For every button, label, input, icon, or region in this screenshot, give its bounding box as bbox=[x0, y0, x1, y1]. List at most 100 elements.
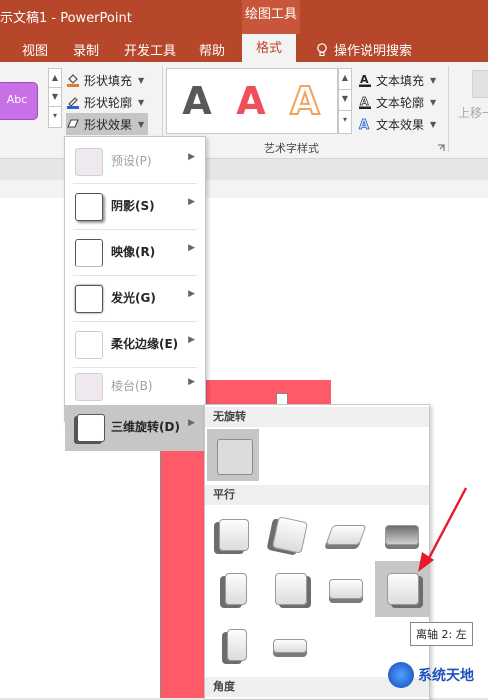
text-outline-label: 文本轮廓 bbox=[376, 95, 425, 110]
tab-developer[interactable]: 开发工具 bbox=[124, 40, 176, 59]
group-divider bbox=[448, 66, 449, 152]
tab-format[interactable]: 格式 bbox=[242, 34, 297, 64]
tab-record[interactable]: 录制 bbox=[73, 40, 99, 59]
preset-thumbnail bbox=[225, 573, 247, 605]
menu-item-soft-edges[interactable]: 柔化边缘(E) ▶ bbox=[65, 322, 205, 367]
svg-text:A: A bbox=[360, 73, 369, 86]
shape-style-preview[interactable]: Abc bbox=[0, 82, 38, 120]
text-fill-label: 文本填充 bbox=[376, 73, 425, 88]
preset-thumbnail bbox=[325, 525, 367, 545]
wordart-letter: A bbox=[289, 78, 320, 124]
preset-parallel-off-axis-2-right[interactable] bbox=[207, 619, 259, 671]
section-header-no-rotation: 无旋转 bbox=[205, 407, 429, 427]
drawing-tools-context-label: 绘图工具 bbox=[242, 0, 300, 34]
svg-text:A: A bbox=[360, 95, 369, 108]
section-header-parallel: 平行 bbox=[205, 485, 429, 505]
arrange-icon[interactable] bbox=[472, 70, 488, 98]
bevel-icon bbox=[75, 373, 103, 401]
wordart-style-red[interactable]: A bbox=[227, 77, 275, 125]
preset-thumbnail bbox=[387, 573, 419, 605]
menu-item-label: 预设(P) bbox=[111, 154, 152, 168]
preset-thumbnail bbox=[227, 629, 247, 661]
preset-off-axis-2-left[interactable] bbox=[375, 561, 429, 617]
shape-effects-icon bbox=[67, 119, 79, 128]
glow-icon bbox=[75, 285, 103, 313]
watermark-text: 系统天地 bbox=[418, 668, 474, 684]
text-effects-icon: A bbox=[359, 118, 370, 131]
preset-parallel-isometric-left[interactable] bbox=[207, 509, 259, 561]
scroll-down-button[interactable]: ▼ bbox=[339, 90, 351, 111]
menu-item-3d-rotation[interactable]: 三维旋转(D) ▶ bbox=[65, 405, 205, 451]
text-fill-button[interactable]: A 文本填充 ▼ bbox=[358, 69, 436, 91]
preset-parallel-off-axis-1-top[interactable] bbox=[319, 563, 371, 615]
preset-thumbnail bbox=[273, 639, 307, 653]
shape-outline-label: 形状轮廓 bbox=[84, 95, 133, 110]
tab-view[interactable]: 视图 bbox=[22, 40, 48, 59]
shape-fill-button[interactable]: 形状填充 ▼ bbox=[66, 69, 148, 91]
preset-parallel-isometric-right[interactable] bbox=[263, 509, 315, 561]
shape-fill-label: 形状填充 bbox=[84, 73, 133, 88]
chevron-down-icon: ▼ bbox=[430, 119, 437, 129]
3d-rotation-icon bbox=[77, 414, 105, 442]
preset-no-rotation[interactable] bbox=[207, 429, 259, 481]
watermark: 系统天地 bbox=[388, 662, 474, 688]
menu-item-bevel[interactable]: 棱台(B) ▶ bbox=[65, 368, 205, 404]
text-effects-button[interactable]: A 文本效果 ▼ bbox=[358, 113, 437, 135]
preset-thumbnail bbox=[385, 525, 419, 545]
menu-item-label: 棱台(B) bbox=[111, 379, 153, 393]
preset-parallel-off-axis-1-left[interactable] bbox=[207, 563, 259, 615]
svg-text:A: A bbox=[359, 118, 369, 131]
menu-item-reflection[interactable]: 映像(R) ▶ bbox=[65, 230, 205, 275]
lightbulb-icon bbox=[317, 42, 327, 56]
menu-item-preset[interactable]: 预设(P) ▶ bbox=[65, 139, 205, 184]
wordart-style-orange-outline[interactable]: A bbox=[281, 77, 329, 125]
chevron-down-icon: ▼ bbox=[138, 75, 145, 85]
scroll-up-button[interactable]: ▲ bbox=[49, 69, 61, 88]
menu-item-label: 三维旋转(D) bbox=[111, 420, 180, 434]
chevron-down-icon: ▼ bbox=[430, 97, 437, 107]
soft-edges-icon bbox=[75, 331, 103, 359]
shape-format-buttons: 形状填充 ▼ 形状轮廓 ▼ 形状效果 ▼ bbox=[66, 69, 149, 135]
shape-outline-button[interactable]: 形状轮廓 ▼ bbox=[66, 91, 148, 113]
text-fill-icon: A bbox=[359, 73, 371, 87]
chevron-down-icon: ▼ bbox=[138, 119, 145, 129]
3d-rotation-gallery: 无旋转 平行 角度 bbox=[204, 404, 430, 700]
scroll-down-button[interactable]: ▼ bbox=[49, 88, 61, 107]
wordart-style-plain[interactable]: A bbox=[173, 77, 221, 125]
bring-forward-button[interactable]: 上移一 bbox=[458, 104, 488, 121]
ribbon-tabs: 视图 录制 开发工具 帮助 格式 操作说明搜索 bbox=[0, 34, 488, 64]
shape-effects-label: 形状效果 bbox=[84, 117, 133, 132]
wordart-styles-group-label: 艺术字样式 bbox=[264, 142, 319, 155]
search-label: 操作说明搜索 bbox=[334, 44, 413, 59]
pen-icon bbox=[67, 97, 79, 109]
text-outline-button[interactable]: A 文本轮廓 ▼ bbox=[358, 91, 436, 113]
preset-parallel-isometric-bottom[interactable] bbox=[375, 509, 427, 561]
menu-item-label: 阴影(S) bbox=[111, 199, 155, 213]
submenu-arrow-icon: ▶ bbox=[188, 335, 195, 345]
preset-parallel-isometric-top[interactable] bbox=[319, 509, 371, 561]
submenu-arrow-icon: ▶ bbox=[188, 377, 195, 387]
tell-me-search[interactable]: 操作说明搜索 bbox=[316, 40, 412, 59]
menu-item-label: 柔化边缘(E) bbox=[111, 337, 179, 351]
shape-styles-scroller: ▲ ▼ ▾ bbox=[48, 68, 62, 128]
text-effects-label: 文本效果 bbox=[376, 117, 425, 132]
more-styles-button[interactable]: ▾ bbox=[49, 107, 61, 125]
menu-item-shadow[interactable]: 阴影(S) ▶ bbox=[65, 184, 205, 229]
submenu-arrow-icon: ▶ bbox=[188, 152, 195, 162]
preset-thumbnail bbox=[275, 573, 307, 605]
dialog-launcher-icon[interactable] bbox=[437, 144, 445, 152]
wordart-letter: A bbox=[182, 79, 212, 123]
preset-parallel-off-axis-2-top[interactable] bbox=[263, 619, 315, 671]
shape-effects-button[interactable]: 形状效果 ▼ bbox=[66, 113, 149, 135]
menu-item-glow[interactable]: 发光(G) ▶ bbox=[65, 276, 205, 321]
window-title: 示文稿1 - PowerPoint bbox=[0, 11, 132, 26]
tab-help[interactable]: 帮助 bbox=[199, 40, 225, 59]
reflection-icon bbox=[75, 239, 103, 267]
more-wordart-button[interactable]: ▾ bbox=[339, 111, 351, 131]
wordart-scroller: ▲ ▼ ▾ bbox=[338, 68, 352, 134]
preset-parallel-off-axis-1-right[interactable] bbox=[263, 563, 315, 615]
preset-icon bbox=[75, 148, 103, 176]
submenu-arrow-icon: ▶ bbox=[188, 243, 195, 253]
scroll-up-button[interactable]: ▲ bbox=[339, 69, 351, 90]
watermark-logo bbox=[388, 662, 414, 688]
